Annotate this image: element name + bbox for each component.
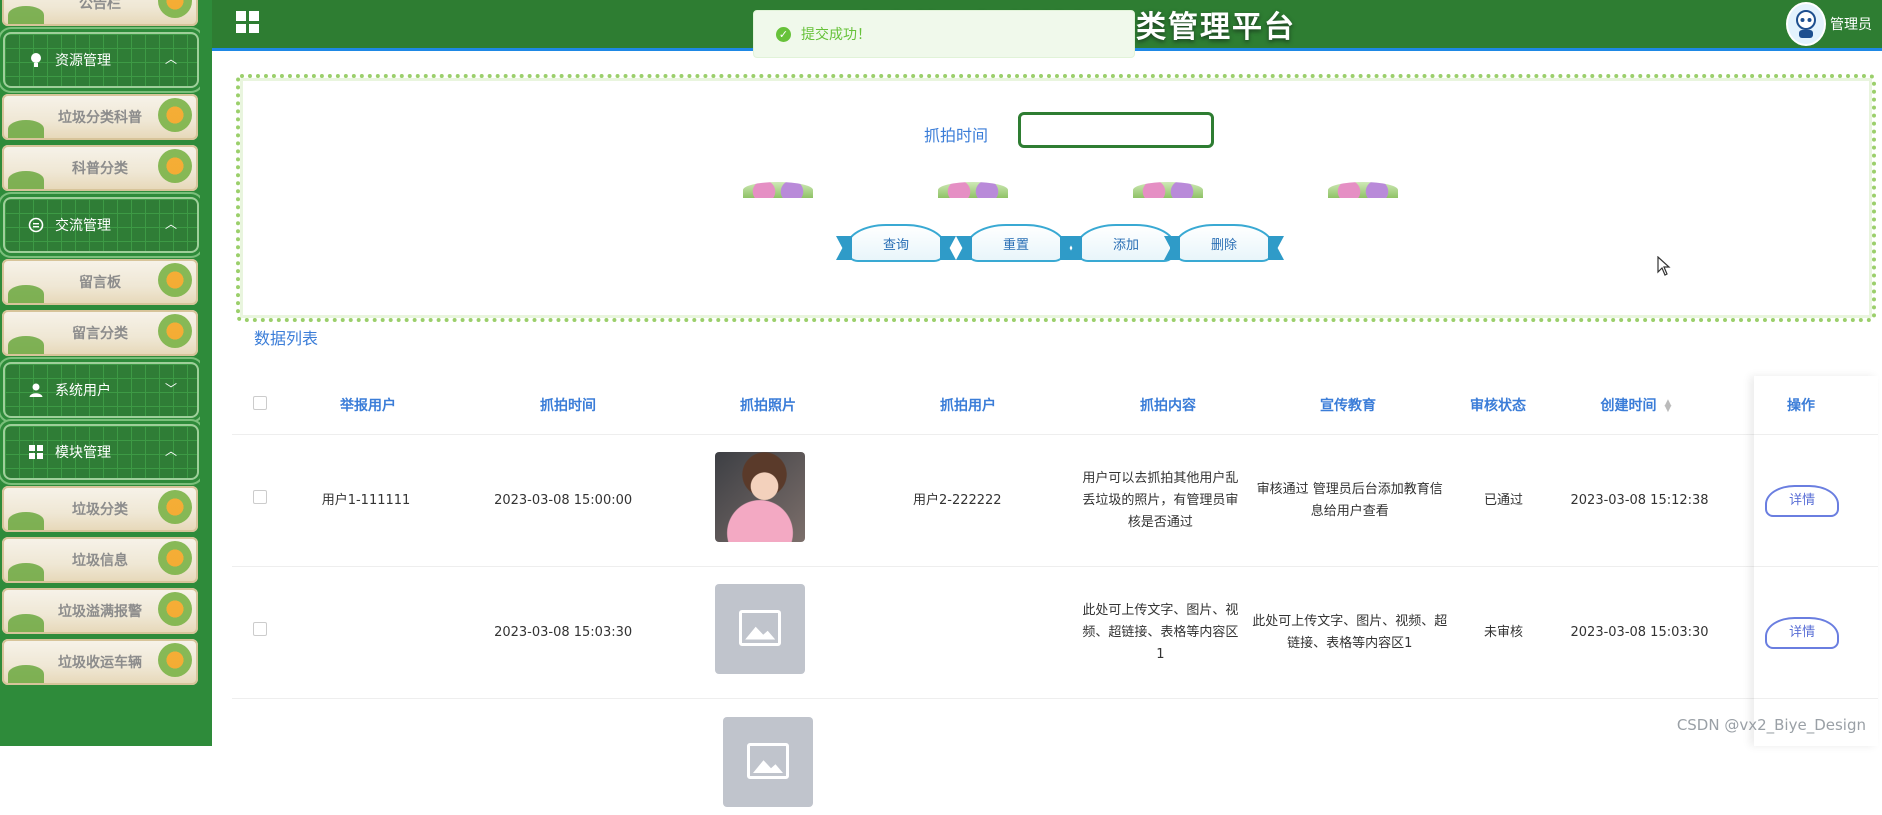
sidebar-group-label: 交流管理: [55, 218, 111, 234]
check-circle-icon: ✓: [776, 26, 791, 42]
sidebar-group-modules[interactable]: 模块管理 ︿: [3, 424, 199, 480]
delete-button[interactable]: 删除: [1174, 224, 1274, 262]
sidebar-item-label: 科普分类: [72, 161, 128, 177]
chevron-up-icon: ︿: [164, 217, 177, 231]
sidebar-item-message-category[interactable]: 留言分类: [2, 310, 198, 356]
created-time-cell: 2023-03-08 15:03:30: [1570, 624, 1709, 640]
content-cell: 此处可上传文字、图片、视频、超链接、表格等内容区1: [1082, 602, 1239, 662]
sidebar-item-sorting-science[interactable]: 垃圾分类科普: [2, 94, 198, 140]
captured-user-cell: 用户2-222222: [912, 492, 1002, 508]
reporter-cell: 用户1-111111: [321, 492, 411, 508]
bulb-icon: [27, 51, 45, 69]
sidebar-item-notice[interactable]: 公告栏: [2, 0, 198, 26]
add-button[interactable]: 添加: [1076, 224, 1176, 262]
sidebar: 公告栏 资源管理 ︿ 垃圾分类科普 科普分类 交流管理 ︿ 留言板 留言分类 系…: [0, 0, 212, 746]
sidebar-item-label: 垃圾收运车辆: [58, 655, 142, 671]
column-header: 抓拍时间: [540, 398, 596, 414]
chevron-up-icon: ︿: [164, 52, 177, 66]
reset-button[interactable]: 重置: [966, 224, 1066, 262]
column-header: 抓拍照片: [740, 398, 796, 414]
column-header: 审核状态: [1470, 398, 1526, 414]
sidebar-group-system-users[interactable]: 系统用户 ﹀: [3, 362, 199, 418]
table-header: 举报用户 抓拍时间 抓拍照片 抓拍用户 抓拍内容 宣传教育 审核状态 创建时间 ▲…: [232, 376, 1878, 435]
content-cell: 用户可以去抓拍其他用户乱丢垃圾的照片，有管理员审核是否通过: [1082, 470, 1239, 530]
sidebar-item-garbage-info[interactable]: 垃圾信息: [2, 537, 198, 583]
row-checkbox[interactable]: [252, 621, 267, 636]
mouse-cursor-icon: [1657, 255, 1671, 280]
table-row: [232, 699, 1878, 807]
success-toast: ✓ 提交成功！: [753, 10, 1135, 58]
sidebar-item-message-board[interactable]: 留言板: [2, 259, 198, 305]
sidebar-item-science-category[interactable]: 科普分类: [2, 145, 198, 191]
sidebar-group-label: 模块管理: [55, 445, 111, 461]
column-header: 抓拍用户: [940, 398, 996, 414]
sidebar-menu: 公告栏 资源管理 ︿ 垃圾分类科普 科普分类 交流管理 ︿ 留言板 留言分类 系…: [0, 0, 200, 690]
image-placeholder-icon[interactable]: [715, 583, 806, 674]
table-row: 2023-03-08 15:03:30 此处可上传文字、图片、视频、超链接、表格…: [232, 567, 1878, 699]
grid-icon: [27, 443, 45, 461]
user-name[interactable]: 管理员: [1830, 14, 1872, 34]
table-row: 用户1-111111 2023-03-08 15:00:00 用户2-22222…: [232, 435, 1878, 567]
user-icon: [27, 381, 45, 399]
toast-message: 提交成功！: [801, 27, 871, 43]
avatar[interactable]: [1786, 2, 1826, 46]
sidebar-group-label: 资源管理: [55, 53, 111, 69]
row-checkbox[interactable]: [252, 489, 267, 504]
image-placeholder-icon[interactable]: [723, 717, 813, 807]
capture-time-cell: 2023-03-08 15:03:30: [494, 624, 633, 640]
capture-photo[interactable]: [715, 451, 806, 542]
flower-decoration: [680, 182, 1460, 200]
capture-time-cell: 2023-03-08 15:00:00: [494, 492, 633, 508]
fixed-actions-column: [1754, 376, 1878, 746]
menu-toggle-icon[interactable]: [236, 11, 259, 33]
search-panel: 抓拍时间 查询 重置 添加 删除: [236, 74, 1876, 322]
education-cell: 此处可上传文字、图片、视频、超链接、表格等内容区1: [1252, 613, 1448, 651]
sidebar-item-label: 垃圾分类: [72, 502, 128, 518]
chevron-down-icon: ﹀: [164, 382, 177, 396]
column-header-sortable[interactable]: 创建时间 ▲ ▼: [1548, 395, 1724, 415]
created-time-cell: 2023-03-08 15:12:38: [1570, 492, 1709, 508]
sidebar-item-collection-vehicle[interactable]: 垃圾收运车辆: [2, 639, 198, 685]
status-cell: 未审核: [1484, 624, 1524, 640]
sidebar-item-label: 垃圾分类科普: [58, 110, 142, 126]
select-all-checkbox[interactable]: [253, 396, 267, 410]
chat-icon: [27, 216, 45, 234]
sidebar-group-label: 系统用户: [55, 383, 111, 399]
column-header: 举报用户: [340, 398, 396, 414]
sidebar-scrollbar[interactable]: [200, 0, 212, 746]
sidebar-item-label: 公告栏: [79, 0, 121, 12]
sidebar-item-overflow-alarm[interactable]: 垃圾溢满报警: [2, 588, 198, 634]
data-table: 举报用户 抓拍时间 抓拍照片 抓拍用户 抓拍内容 宣传教育 审核状态 创建时间 ▲…: [232, 376, 1878, 807]
sidebar-item-label: 垃圾信息: [72, 553, 128, 569]
query-button[interactable]: 查询: [846, 224, 946, 262]
capture-time-input[interactable]: [1018, 112, 1214, 148]
status-cell: 已通过: [1484, 492, 1524, 508]
sidebar-item-label: 留言板: [79, 275, 121, 291]
capture-time-label: 抓拍时间: [924, 126, 989, 145]
sort-icon[interactable]: ▲ ▼: [1665, 399, 1672, 414]
chevron-up-icon: ︿: [164, 444, 177, 458]
data-list-title: 数据列表: [254, 329, 319, 348]
education-cell: 审核通过 管理员后台添加教育信息给用户查看: [1256, 481, 1443, 519]
sidebar-item-label: 留言分类: [72, 326, 128, 342]
column-header: 宣传教育: [1320, 398, 1376, 414]
column-header: 抓拍内容: [1140, 398, 1196, 414]
sidebar-group-communication[interactable]: 交流管理 ︿: [3, 197, 199, 253]
sidebar-item-garbage-category[interactable]: 垃圾分类: [2, 486, 198, 532]
column-header-label: 创建时间: [1600, 398, 1657, 414]
sidebar-item-label: 垃圾溢满报警: [58, 604, 142, 620]
watermark: CSDN @vx2_Biye_Design: [1676, 716, 1866, 734]
sidebar-group-resources[interactable]: 资源管理 ︿: [3, 32, 199, 88]
